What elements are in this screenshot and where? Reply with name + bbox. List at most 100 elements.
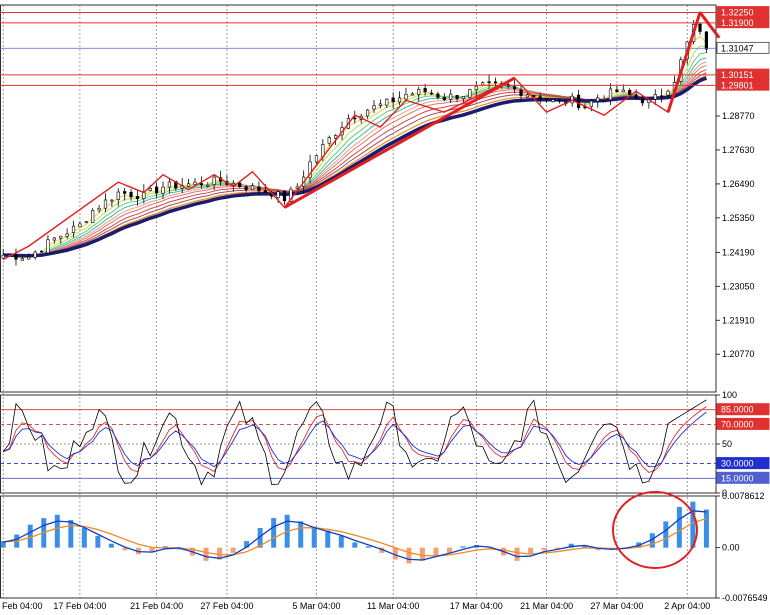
candle-body <box>250 185 255 190</box>
macd-histogram-bar <box>68 520 74 548</box>
candle-body <box>257 186 261 192</box>
macd-histogram-bar <box>325 530 331 548</box>
stoch-tick-label: 100 <box>722 390 737 400</box>
candle-body <box>436 93 440 98</box>
candle-body <box>78 223 82 228</box>
price-level-label: 1.29801 <box>721 80 754 90</box>
candle-body <box>513 86 517 90</box>
macd-tick-label: 0.0078612 <box>722 491 765 501</box>
chart: 1.28770 1.27630 1.26490 1.25350 1.24190 1.230… <box>0 0 770 615</box>
macd-histogram-bar <box>352 542 358 548</box>
candle-body <box>666 90 670 96</box>
price-level-label: 1.31900 <box>721 18 754 28</box>
candle-body <box>52 237 56 241</box>
candle-body <box>39 250 44 253</box>
stoch-level-label: 15.0000 <box>721 473 754 483</box>
candle-body <box>608 88 613 101</box>
candle-body <box>628 89 632 95</box>
macd-histogram-bar <box>311 526 317 548</box>
candle-body <box>123 191 127 194</box>
candle-body <box>148 188 152 191</box>
macd-histogram-bar <box>271 518 277 548</box>
x-tick-label: 17 Mar 04:00 <box>450 601 503 611</box>
macd-histogram-bar <box>406 547 412 564</box>
price-level-label: 1.32250 <box>721 7 754 17</box>
macd-histogram-bar <box>81 527 87 548</box>
candle-body <box>615 89 619 93</box>
candle-body <box>84 221 88 224</box>
stoch-level-label: 85.0000 <box>721 405 754 415</box>
candle-body <box>365 109 370 117</box>
candle-body <box>97 208 101 211</box>
price-tick-label: 1.23050 <box>722 281 755 291</box>
candle-body <box>449 93 453 100</box>
candle-body <box>372 105 376 110</box>
candle-body <box>538 96 542 101</box>
candle-body <box>110 199 114 202</box>
x-tick-label: 5 Mar 04:00 <box>292 601 340 611</box>
candle-body <box>238 182 242 187</box>
candle-body <box>353 117 357 120</box>
macd-histogram-bar <box>365 546 371 548</box>
candle-body <box>263 190 267 193</box>
candle-body <box>378 103 382 106</box>
candle-body <box>155 186 159 194</box>
candle-body <box>474 85 478 90</box>
price-tick-label: 1.27630 <box>722 145 755 155</box>
candle-body <box>33 251 37 258</box>
candle-body <box>91 210 95 223</box>
price-level-label: 1.30151 <box>721 70 754 80</box>
macd-histogram-bar <box>433 547 439 556</box>
macd-histogram-bar <box>676 506 682 548</box>
price-level-label: 1.31047 <box>721 43 754 53</box>
candle-body <box>704 31 709 50</box>
candle-body <box>116 191 120 200</box>
candle-body <box>212 176 216 185</box>
candle-body <box>455 95 459 99</box>
candle-body <box>544 98 549 101</box>
macd-histogram-bar <box>95 535 101 548</box>
price-tick-label: 1.26490 <box>722 179 755 189</box>
candle-body <box>417 89 421 95</box>
macd-histogram-bar <box>108 543 114 548</box>
candle-body <box>14 254 18 260</box>
macd-histogram-bar <box>703 509 709 548</box>
candle-body <box>65 233 69 237</box>
macd-histogram-bar <box>338 535 344 548</box>
candle-body <box>71 225 76 233</box>
candle-body <box>385 98 389 106</box>
macd-histogram-bar <box>460 546 466 548</box>
candle-body <box>423 88 427 93</box>
macd-histogram-bar <box>514 547 520 561</box>
price-tick-label: 1.24190 <box>722 247 755 257</box>
candle-body <box>135 196 140 200</box>
candle-body <box>621 89 625 93</box>
x-tick-label: 27 Feb 04:00 <box>200 601 253 611</box>
candle-body <box>46 239 50 254</box>
candle-body <box>429 92 434 95</box>
candle-body <box>442 97 446 100</box>
candle-body <box>27 256 31 260</box>
macd-histogram-bar <box>149 547 155 552</box>
macd-histogram-bar <box>230 547 236 553</box>
candle-body <box>161 186 165 194</box>
macd-histogram-bar <box>54 514 60 548</box>
macd-histogram-bar <box>663 521 669 548</box>
x-tick-label: 27 Mar 04:00 <box>590 601 643 611</box>
price-tick-label: 1.28770 <box>722 111 755 121</box>
price-tick-label: 1.25350 <box>722 213 755 223</box>
candle-body <box>391 97 395 103</box>
x-tick-label: 21 Mar 04:00 <box>520 601 573 611</box>
candle-body <box>244 186 248 190</box>
candle-body <box>481 82 485 86</box>
candle-body <box>295 186 299 189</box>
macd-histogram-bar <box>541 547 547 551</box>
macd-tick-label: 0.00 <box>722 543 740 553</box>
stoch-tick-label: 50 <box>722 439 732 449</box>
candle-body <box>557 99 561 102</box>
candle-body <box>314 155 319 163</box>
candle-body <box>334 134 338 139</box>
candle-body <box>532 95 536 97</box>
candle-body <box>103 199 108 209</box>
candle-body <box>576 94 581 108</box>
